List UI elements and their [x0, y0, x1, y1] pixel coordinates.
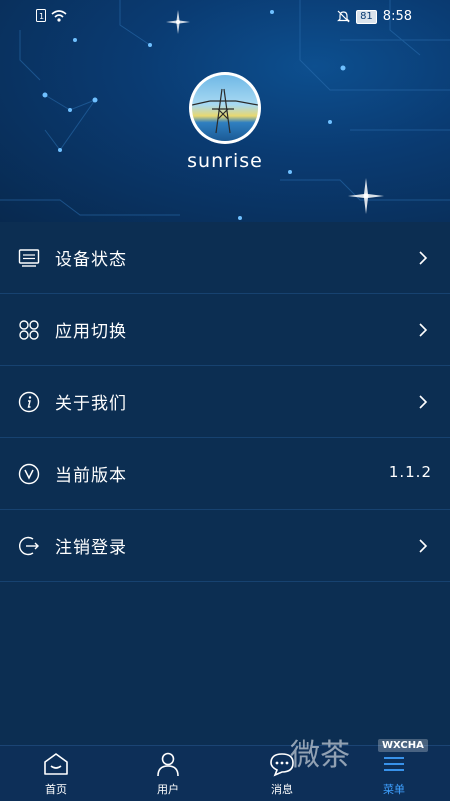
chevron-right-icon — [419, 323, 428, 337]
watermark-badge: WXCHA — [378, 739, 428, 752]
profile-header: 1 81 8:58 sunrise — [0, 0, 450, 222]
sim-icon: 1 — [36, 9, 46, 22]
tab-home[interactable]: 首页 — [0, 746, 112, 801]
menu-item-current-version: 当前版本 1.1.2 — [0, 438, 450, 510]
status-time: 8:58 — [382, 9, 412, 24]
version-value: 1.1.2 — [388, 463, 432, 481]
chevron-right-icon — [419, 251, 428, 265]
menu-item-label: 当前版本 — [55, 466, 127, 486]
tab-label: 消息 — [271, 783, 293, 796]
app-switch-icon — [19, 320, 39, 340]
home-icon — [44, 753, 68, 775]
user-icon — [157, 752, 179, 777]
info-icon — [18, 391, 40, 413]
tab-label: 用户 — [157, 783, 179, 796]
tab-label: 首页 — [45, 783, 67, 796]
chevron-right-icon — [419, 539, 428, 553]
tab-menu[interactable]: 菜单 — [338, 746, 450, 801]
menu-item-label: 关于我们 — [55, 394, 127, 414]
tab-label: 菜单 — [383, 783, 405, 796]
chevron-right-icon — [419, 395, 428, 409]
menu-icon — [384, 757, 404, 771]
device-status-icon — [18, 249, 40, 267]
status-bar: 1 81 8:58 — [0, 0, 450, 34]
menu-item-app-switch[interactable]: 应用切换 — [0, 294, 450, 366]
svg-text:1: 1 — [39, 12, 44, 21]
menu-item-label: 注销登录 — [55, 538, 127, 558]
settings-menu: 设备状态 应用切换 关于我们 当前版本 1.1.2 注销登录 — [0, 222, 450, 582]
bottom-tab-bar: 首页 用户 消息 菜单 — [0, 745, 450, 801]
avatar-image — [192, 75, 258, 141]
watermark-text: 微茶 — [290, 738, 350, 773]
battery-indicator: 81 — [356, 9, 377, 24]
avatar[interactable] — [189, 72, 261, 144]
username: sunrise — [187, 150, 263, 172]
mute-icon — [337, 10, 351, 23]
wifi-icon — [51, 10, 67, 22]
logout-icon — [18, 536, 39, 556]
version-icon — [18, 463, 40, 485]
menu-item-about-us[interactable]: 关于我们 — [0, 366, 450, 438]
menu-item-label: 应用切换 — [55, 322, 127, 342]
menu-item-device-status[interactable]: 设备状态 — [0, 222, 450, 294]
tab-user[interactable]: 用户 — [112, 746, 224, 801]
menu-item-logout[interactable]: 注销登录 — [0, 510, 450, 582]
menu-item-label: 设备状态 — [55, 250, 127, 270]
